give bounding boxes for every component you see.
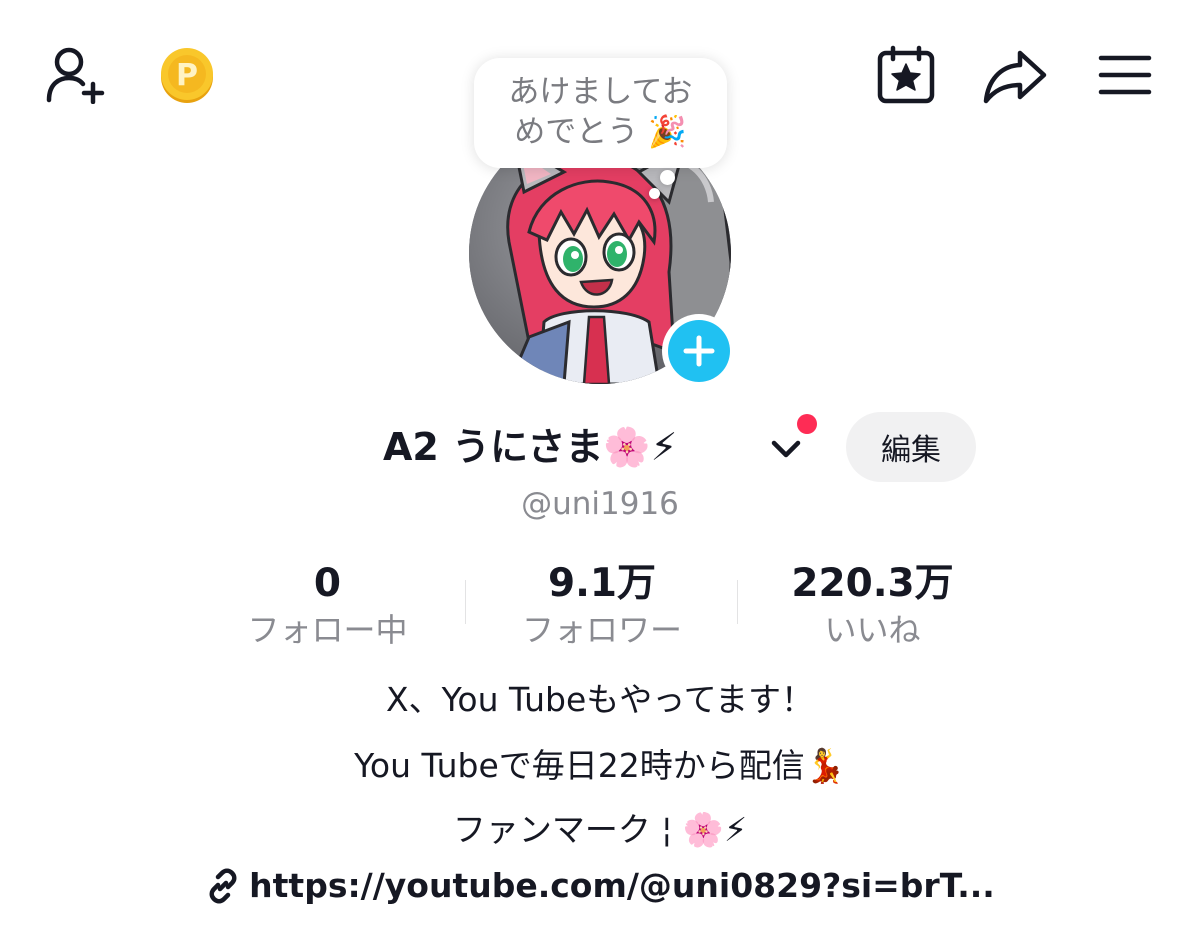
bio-link-text[interactable]: https://youtube.com/@uni0829?si=brT... bbox=[249, 864, 995, 908]
profile-page: P あけましてお めでとう 🎉 A2 うにさま🌸⚡ 編集 @uni1916 0 … bbox=[0, 0, 1200, 927]
greeting-text: あけましてお めでとう 🎉 bbox=[508, 74, 693, 150]
username: @uni1916 bbox=[521, 486, 679, 522]
add-avatar-button[interactable] bbox=[662, 314, 736, 388]
stat-followers[interactable]: 9.1万 フォロワー bbox=[497, 560, 707, 652]
stat-divider bbox=[465, 580, 466, 624]
stat-label: いいね bbox=[824, 611, 921, 649]
bio-line: ファンマーク ¦ 🌸⚡ bbox=[452, 810, 748, 849]
plus-icon bbox=[668, 320, 730, 382]
bio-line: You Tubeで毎日22時から配信💃 bbox=[354, 746, 846, 785]
notification-dot bbox=[797, 414, 817, 434]
calendar-star-icon[interactable] bbox=[872, 44, 940, 106]
stat-value: 0 bbox=[313, 561, 342, 606]
edit-profile-button[interactable]: 編集 bbox=[846, 412, 976, 482]
stat-label: フォロー中 bbox=[247, 611, 408, 649]
stat-likes[interactable]: 220.3万 いいね bbox=[770, 560, 975, 652]
stat-label: フォロワー bbox=[521, 611, 682, 649]
account-switch-chevron-icon[interactable] bbox=[768, 434, 804, 464]
bio-line: X、You Tubeもやってます！ bbox=[386, 680, 814, 719]
stat-divider bbox=[737, 580, 738, 624]
stat-following[interactable]: 0 フォロー中 bbox=[230, 560, 425, 652]
hamburger-menu-icon[interactable] bbox=[1094, 48, 1156, 102]
greeting-bubble[interactable]: あけましてお めでとう 🎉 bbox=[474, 58, 727, 168]
stat-value: 220.3万 bbox=[791, 561, 954, 606]
bio-link[interactable]: https://youtube.com/@uni0829?si=brT... bbox=[0, 864, 1200, 908]
svg-text:P: P bbox=[176, 58, 198, 93]
add-user-icon[interactable] bbox=[40, 42, 112, 106]
name-row: A2 うにさま🌸⚡ 編集 bbox=[0, 412, 1200, 482]
stat-value: 9.1万 bbox=[547, 561, 657, 606]
link-icon bbox=[209, 868, 237, 904]
bubble-tail-dot bbox=[649, 188, 660, 199]
display-name: A2 うにさま🌸⚡ bbox=[383, 425, 678, 469]
coin-p-icon[interactable]: P bbox=[158, 44, 216, 106]
bubble-tail-dot bbox=[660, 170, 675, 185]
share-arrow-icon[interactable] bbox=[980, 48, 1050, 106]
